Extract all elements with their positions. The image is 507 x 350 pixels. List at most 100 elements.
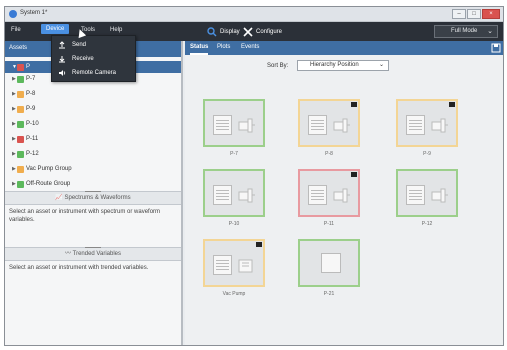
pump-icon xyxy=(431,188,448,203)
tree-item-label: P-12 xyxy=(26,151,39,157)
asset-status-icon xyxy=(17,76,24,83)
tab-status[interactable]: Status xyxy=(190,44,208,50)
resize-grip[interactable] xyxy=(85,191,101,192)
active-tab-indicator xyxy=(190,53,208,55)
tree-item-label: P-9 xyxy=(26,106,36,112)
expand-arrow-icon[interactable]: ▶ xyxy=(12,163,16,175)
spectrums-waveforms-title: Spectrums & Waveforms xyxy=(64,195,131,201)
chart-icon: 📈 xyxy=(55,195,65,201)
asset-status-icon xyxy=(17,136,24,143)
asset-card[interactable] xyxy=(396,169,458,217)
asset-card-label: Vac Pump xyxy=(222,291,246,297)
asset-thumbnail xyxy=(213,255,232,275)
expand-arrow-icon[interactable]: ▶ xyxy=(12,103,16,115)
tab-events[interactable]: Events xyxy=(241,44,259,50)
title-bar: System 1* – □ × xyxy=(5,7,503,22)
tree-item-label: P-11 xyxy=(26,136,39,142)
tree-item[interactable]: ▶ P-11 xyxy=(5,133,181,145)
tab-assets[interactable]: Assets xyxy=(9,45,27,51)
menu-item-receive[interactable]: Receive xyxy=(52,52,135,66)
status-panel: Status Plots Events Sort By: Hierarchy P… xyxy=(185,41,503,345)
resize-grip[interactable] xyxy=(85,247,101,248)
status-panel-tabs: Status Plots Events xyxy=(185,41,503,55)
display-icon xyxy=(207,27,217,37)
asset-thumbnail xyxy=(406,185,425,205)
asset-card-label: P-11 xyxy=(323,221,335,227)
menu-device[interactable]: Device xyxy=(41,24,70,34)
close-icon[interactable]: × xyxy=(482,9,500,19)
trended-variables-title: Trended Variables xyxy=(72,251,122,257)
menu-file[interactable]: File xyxy=(11,27,21,33)
configure-button[interactable]: Configure xyxy=(243,27,282,37)
chevron-down-icon: ⌄ xyxy=(487,28,493,35)
tree-item-label: Off-Route Group xyxy=(26,181,71,187)
display-button[interactable]: Display xyxy=(207,27,240,37)
pump-icon xyxy=(333,188,350,203)
save-icon[interactable] xyxy=(491,43,501,53)
tree-item[interactable]: ▶ P-9 xyxy=(5,103,181,115)
asset-card[interactable] xyxy=(203,169,265,217)
download-icon xyxy=(59,56,65,63)
mode-select[interactable]: Full Mode ⌄ xyxy=(434,25,498,38)
expand-arrow-icon[interactable]: ▶ xyxy=(12,133,16,145)
asset-card-label: P-21 xyxy=(323,291,335,297)
asset-status-icon xyxy=(17,121,24,128)
asset-status-icon xyxy=(17,181,24,188)
flag-icon xyxy=(256,242,262,247)
expand-arrow-icon[interactable]: ▶ xyxy=(12,88,16,100)
spectrums-waveforms-message: Select an asset or instrument with spect… xyxy=(9,209,161,223)
expand-arrow-icon[interactable]: ▶ xyxy=(12,148,16,160)
sort-select-value: Hierarchy Position xyxy=(310,62,359,68)
tree-item[interactable]: ▶ Off-Route Group xyxy=(5,178,181,190)
maximize-icon[interactable]: □ xyxy=(467,9,481,19)
asset-thumbnail xyxy=(308,185,327,205)
assets-panel: Assets ▼ P ▶ P-7 ▶ P-8 ▶ P-9 ▶ P-10 ▶ P-… xyxy=(5,41,183,345)
minimize-icon[interactable]: – xyxy=(452,9,466,19)
device-menu-dropdown: Send Receive Remote Camera xyxy=(51,35,136,82)
asset-card[interactable] xyxy=(396,99,458,147)
pump-icon xyxy=(431,118,448,133)
asset-card[interactable] xyxy=(298,239,360,287)
sort-row: Sort By: Hierarchy Position ⌄ xyxy=(185,59,503,73)
sort-label: Sort By: xyxy=(267,63,289,69)
tree-item[interactable]: ▶ P-12 xyxy=(5,148,181,160)
asset-thumbnail xyxy=(308,115,327,135)
asset-card[interactable] xyxy=(298,169,360,217)
app-logo-icon xyxy=(9,10,17,18)
tree-item-label: P-7 xyxy=(26,76,36,82)
expand-arrow-icon[interactable]: ▶ xyxy=(12,73,16,85)
spectrums-waveforms-header[interactable]: 📈 Spectrums & Waveforms xyxy=(5,191,181,205)
tree-item[interactable]: ▶ P-8 xyxy=(5,88,181,100)
trended-variables-message: Select an asset or instrument with trend… xyxy=(9,265,149,271)
tab-plots[interactable]: Plots xyxy=(217,44,230,50)
window-title: System 1* xyxy=(20,10,48,16)
menu-item-remote-camera-label: Remote Camera xyxy=(72,70,117,76)
tree-item[interactable]: ▶ P-10 xyxy=(5,118,181,130)
menu-item-receive-label: Receive xyxy=(72,56,94,62)
asset-thumbnail xyxy=(213,185,232,205)
menu-item-send-label: Send xyxy=(72,42,87,48)
asset-status-icon xyxy=(17,106,24,113)
tree-item-label: P xyxy=(26,64,31,70)
trended-variables-header[interactable]: 〰 Trended Variables xyxy=(5,247,181,261)
speaker-icon xyxy=(59,70,66,76)
menu-help[interactable]: Help xyxy=(110,27,122,33)
asset-status-icon xyxy=(17,151,24,158)
asset-card[interactable] xyxy=(298,99,360,147)
asset-status-icon xyxy=(17,91,24,98)
asset-card-label: P-10 xyxy=(228,221,240,227)
mode-select-value: Full Mode xyxy=(451,28,478,34)
asset-card[interactable] xyxy=(203,99,265,147)
expand-arrow-icon[interactable]: ▶ xyxy=(12,178,16,190)
asset-status-icon xyxy=(17,64,24,71)
wrench-icon xyxy=(243,27,253,37)
menu-item-send[interactable]: Send xyxy=(52,38,135,52)
expand-arrow-icon[interactable]: ▶ xyxy=(12,118,16,130)
asset-card[interactable] xyxy=(203,239,265,287)
pump-icon xyxy=(238,188,255,203)
configure-label: Configure xyxy=(256,29,283,35)
asset-card-label: P-8 xyxy=(325,151,333,157)
sort-select[interactable]: Hierarchy Position ⌄ xyxy=(297,60,389,71)
tree-item[interactable]: ▶ Vac Pump Group xyxy=(5,163,181,175)
menu-item-remote-camera[interactable]: Remote Camera xyxy=(52,66,135,80)
